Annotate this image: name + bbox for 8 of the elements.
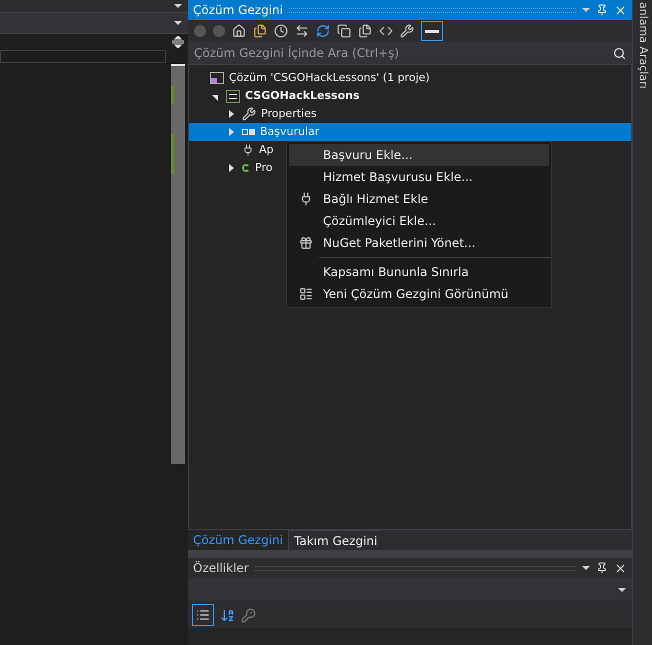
panel-title: Özellikler — [193, 560, 249, 577]
tree-item-label: Properties — [261, 106, 317, 122]
tree-item-label: Çözüm 'CSGOHackLessons' (1 proje) — [229, 70, 430, 86]
tree-item-label: Ap — [259, 142, 274, 158]
panel-title: Çözüm Gezgini — [193, 2, 283, 19]
tree-item-label: Başvurular — [260, 124, 320, 140]
tree-item-label: Pro — [255, 160, 272, 176]
tree-item-label: CSGOHackLessons — [245, 88, 360, 104]
